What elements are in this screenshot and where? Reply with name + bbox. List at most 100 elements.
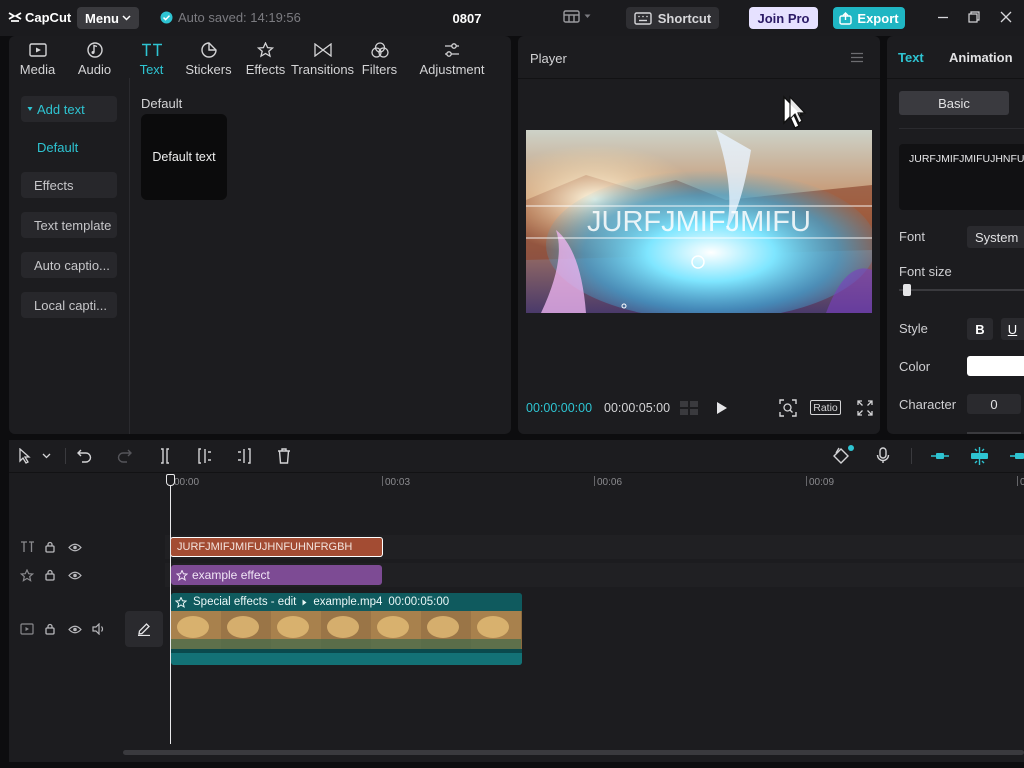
- video-effect-label[interactable]: Special effects - edit: [193, 596, 296, 608]
- tab-audio[interactable]: Audio: [66, 36, 123, 78]
- split-left-icon[interactable]: [198, 448, 212, 464]
- effect-clip[interactable]: example effect: [171, 565, 382, 585]
- ruler-tick: [382, 476, 383, 486]
- select-tool-icon[interactable]: [18, 448, 32, 464]
- lock-icon[interactable]: [45, 569, 55, 581]
- main-track-magnet-icon[interactable]: [930, 450, 950, 462]
- menu-button[interactable]: Menu: [77, 7, 139, 29]
- project-name[interactable]: 0807: [440, 11, 494, 26]
- delete-icon[interactable]: [277, 448, 291, 464]
- audio-icon: [86, 42, 103, 58]
- autosave-text: Auto saved: 14:19:56: [178, 10, 301, 25]
- layout-button[interactable]: [563, 10, 591, 23]
- restore-icon[interactable]: [968, 11, 980, 23]
- nav-label: Add text: [37, 101, 85, 117]
- shortcut-button[interactable]: Shortcut: [626, 7, 719, 29]
- color-swatch[interactable]: [967, 356, 1024, 376]
- font-size-slider-thumb[interactable]: [902, 284, 911, 296]
- tab-animation[interactable]: Animation: [949, 50, 1013, 65]
- nav-effects[interactable]: Effects: [21, 172, 117, 198]
- join-pro-button[interactable]: Join Pro: [749, 7, 818, 29]
- font-size-slider[interactable]: [899, 289, 1024, 291]
- export-button[interactable]: Export: [833, 7, 905, 29]
- ratio-button[interactable]: Ratio: [810, 400, 841, 415]
- capcut-logo-icon: [8, 11, 22, 22]
- close-icon[interactable]: [1000, 11, 1012, 23]
- eye-icon[interactable]: [68, 571, 82, 580]
- undo-icon[interactable]: [77, 448, 92, 463]
- thumbnail-highlight: [277, 616, 309, 638]
- thumbnail-ground: [321, 639, 371, 649]
- nav-add-text[interactable]: Add text: [21, 96, 117, 122]
- fit-view-icon[interactable]: [779, 399, 797, 417]
- tab-media[interactable]: Media: [9, 36, 66, 78]
- nav-default[interactable]: Default: [21, 134, 117, 160]
- linkage-icon[interactable]: [1009, 450, 1024, 462]
- nav-local-captions[interactable]: Local capti...: [21, 292, 117, 318]
- scroll-hint: [967, 432, 1021, 434]
- ai-keyframe-icon[interactable]: [832, 444, 856, 466]
- hamburger-menu-icon[interactable]: [850, 52, 864, 63]
- overlay-text[interactable]: JURFJMIFJMIFU: [587, 206, 811, 238]
- section-title: Default: [141, 96, 183, 111]
- thumbnail-strip: [171, 611, 522, 649]
- lock-icon[interactable]: [45, 541, 55, 553]
- ruler-tick: [806, 476, 807, 486]
- tab-effects[interactable]: Effects: [237, 36, 294, 78]
- eye-icon[interactable]: [68, 543, 82, 552]
- nav-auto-captions[interactable]: Auto captio...: [21, 252, 117, 278]
- underline-button[interactable]: U: [1001, 318, 1024, 340]
- color-label: Color: [899, 359, 931, 374]
- fullscreen-icon[interactable]: [857, 400, 873, 416]
- split-icon[interactable]: [158, 448, 172, 464]
- timeline-view-icon[interactable]: [679, 400, 699, 416]
- font-select[interactable]: System: [967, 226, 1024, 248]
- character-spacing-input[interactable]: 0: [967, 394, 1021, 414]
- current-time: 00:00:00:00: [526, 401, 593, 415]
- auto-snap-icon[interactable]: [969, 446, 990, 466]
- divider: [518, 78, 880, 79]
- effect-star-icon: [176, 569, 188, 581]
- tab-text-inspector[interactable]: Text: [898, 50, 924, 65]
- lock-icon[interactable]: [45, 623, 55, 635]
- playhead[interactable]: [170, 484, 171, 744]
- basic-tab-button[interactable]: Basic: [899, 91, 1009, 115]
- tab-adjustment[interactable]: Adjustment: [408, 36, 496, 78]
- tab-text[interactable]: Text: [123, 36, 180, 78]
- split-right-icon[interactable]: [237, 448, 251, 464]
- tab-label: Audio: [77, 62, 112, 77]
- chevron-down-icon[interactable]: [42, 453, 51, 459]
- style-label: Style: [899, 321, 928, 336]
- minimize-icon[interactable]: [937, 11, 949, 23]
- ruler-label: 00:1: [1020, 477, 1024, 488]
- filters-icon: [370, 42, 389, 58]
- playhead-handle[interactable]: [166, 474, 175, 486]
- tab-label: Media: [19, 62, 56, 77]
- nav-text-template[interactable]: Text template: [21, 212, 117, 238]
- keyboard-icon: [634, 11, 652, 25]
- divider: [9, 472, 1024, 473]
- tab-label: Stickers: [185, 62, 232, 77]
- thumbnail-highlight: [477, 616, 509, 638]
- redo-icon[interactable]: [117, 448, 132, 463]
- divider: [899, 128, 1024, 129]
- edit-cover-button[interactable]: [125, 611, 163, 647]
- timeline-scrollbar[interactable]: [123, 750, 1024, 755]
- text-clip[interactable]: JURFJMIFJMIFUJHNFUHNFRGBH: [170, 537, 383, 557]
- thumbnail-ground: [271, 639, 321, 649]
- tab-transitions[interactable]: Transitions: [291, 36, 354, 78]
- default-text-card[interactable]: Default text: [141, 114, 227, 200]
- bold-button[interactable]: B: [967, 318, 993, 340]
- video-duration: 00:00:05:00: [388, 596, 450, 608]
- tab-stickers[interactable]: Stickers: [180, 36, 237, 78]
- effect-clip-label: example effect: [192, 568, 270, 582]
- menu-button-label: Menu: [85, 10, 119, 26]
- microphone-icon[interactable]: [876, 447, 890, 464]
- speaker-icon[interactable]: [92, 623, 106, 635]
- text-content-input[interactable]: JURFJMIFJMIFUJHNFU: [899, 144, 1024, 210]
- video-preview[interactable]: JURFJMIFJMIFU: [526, 130, 872, 313]
- tab-filters[interactable]: Filters: [351, 36, 408, 78]
- text-track-icon: [21, 541, 34, 552]
- play-icon[interactable]: [715, 401, 728, 415]
- eye-icon[interactable]: [68, 625, 82, 634]
